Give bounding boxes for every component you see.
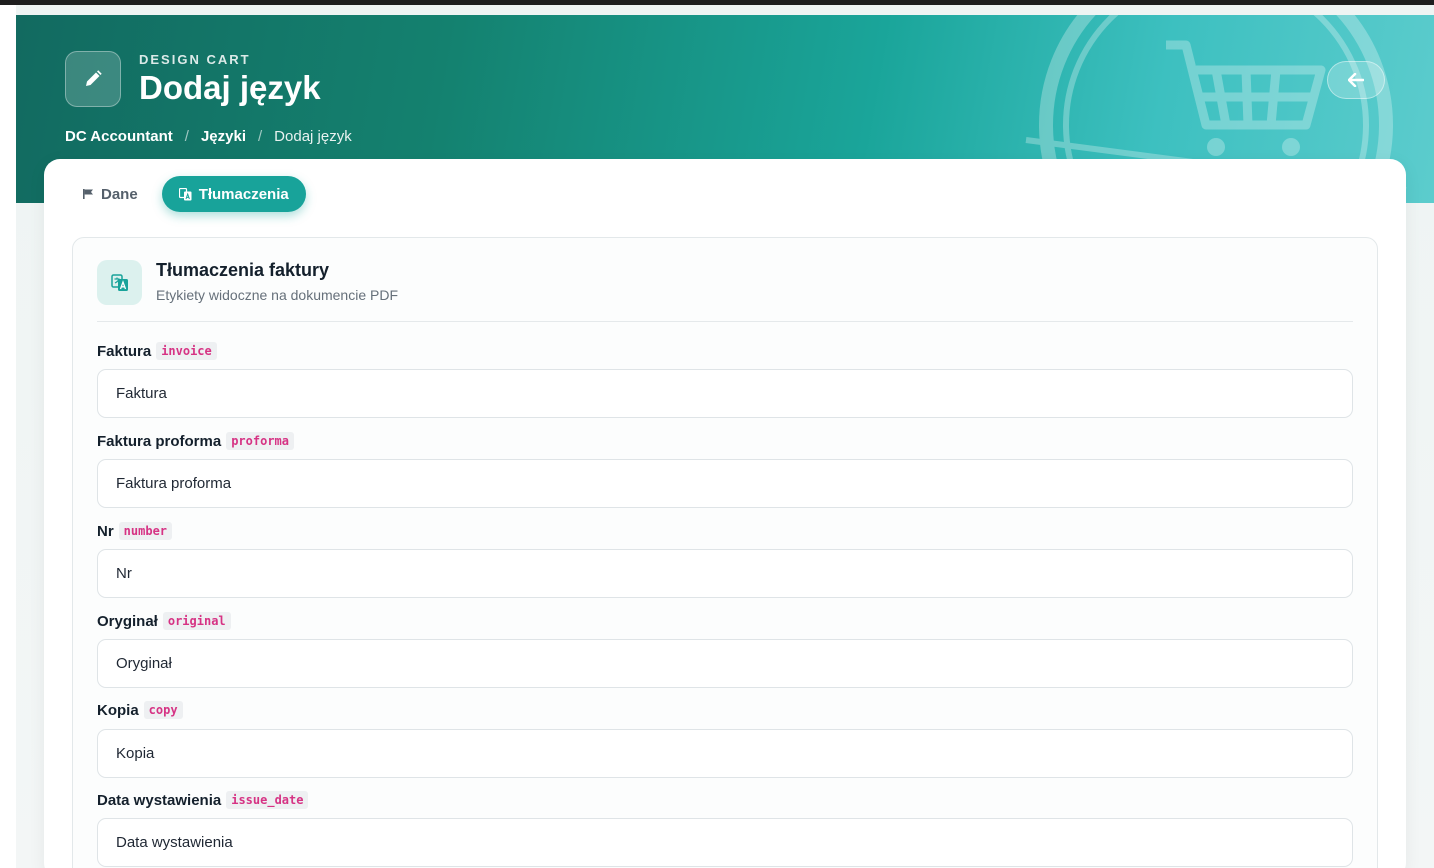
field-label-number: Nr number <box>97 522 173 540</box>
breadcrumb: DC Accountant / Języki / Dodaj język <box>65 128 352 145</box>
translation-key-badge: invoice <box>156 342 217 360</box>
breadcrumb-separator: / <box>184 128 189 145</box>
translate-icon <box>110 273 128 291</box>
label-text: Data wystawienia <box>97 791 222 809</box>
translation-key-badge: copy <box>143 701 183 719</box>
arrow-left-icon <box>1348 73 1364 87</box>
label-text: Kopia <box>97 701 139 719</box>
translation-key-badge: issue_date <box>226 791 309 809</box>
label-text: Faktura proforma <box>97 432 222 450</box>
translate-icon <box>178 187 192 200</box>
copy-input[interactable] <box>97 729 1353 778</box>
form-card: Dane Tłumaczenia Tłumaczenia faktury Ety… <box>44 159 1406 868</box>
label-text: Oryginał <box>97 612 158 630</box>
flag-icon <box>83 189 93 199</box>
section-title: Tłumaczenia faktury <box>156 260 330 280</box>
breadcrumb-separator: / <box>258 128 263 145</box>
breadcrumb-item-dc-accountant[interactable]: DC Accountant <box>65 128 173 145</box>
original-input[interactable] <box>97 639 1353 688</box>
tab-label: Dane <box>101 185 138 203</box>
section-divider <box>97 321 1353 322</box>
field-label-invoice: Faktura invoice <box>97 342 217 360</box>
page-title: Dodaj język <box>139 69 321 106</box>
label-text: Faktura <box>97 342 152 360</box>
proforma-input[interactable] <box>97 459 1353 508</box>
breadcrumb-item-jezyki[interactable]: Języki <box>201 128 246 145</box>
back-button[interactable] <box>1327 61 1385 99</box>
translation-key-badge: number <box>118 522 173 540</box>
pencil-icon <box>86 70 102 86</box>
translation-key-badge: proforma <box>226 432 294 450</box>
invoice-input[interactable] <box>97 369 1353 418</box>
page-icon-badge <box>65 51 121 107</box>
breadcrumb-item-current: Dodaj język <box>274 128 352 145</box>
issue-date-input[interactable] <box>97 818 1353 867</box>
field-label-copy: Kopia copy <box>97 701 183 719</box>
section-subtitle: Etykiety widoczne na dokumencie PDF <box>156 287 398 303</box>
translation-key-badge: original <box>162 612 231 630</box>
app-eyebrow: DESIGN CART <box>139 52 251 67</box>
field-label-proforma: Faktura proforma proforma <box>97 432 294 450</box>
number-input[interactable] <box>97 549 1353 598</box>
tab-tlumaczenia[interactable]: Tłumaczenia <box>161 176 306 212</box>
tab-bar: Dane Tłumaczenia <box>72 176 306 212</box>
tab-dane[interactable]: Dane <box>72 176 148 212</box>
field-label-issue-date: Data wystawienia issue_date <box>97 791 309 809</box>
label-text: Nr <box>97 522 114 540</box>
tab-label: Tłumaczenia <box>198 185 289 203</box>
translations-panel: Tłumaczenia faktury Etykiety widoczne na… <box>72 237 1378 868</box>
section-icon-badge <box>97 260 142 305</box>
field-label-original: Oryginał original <box>97 612 231 630</box>
